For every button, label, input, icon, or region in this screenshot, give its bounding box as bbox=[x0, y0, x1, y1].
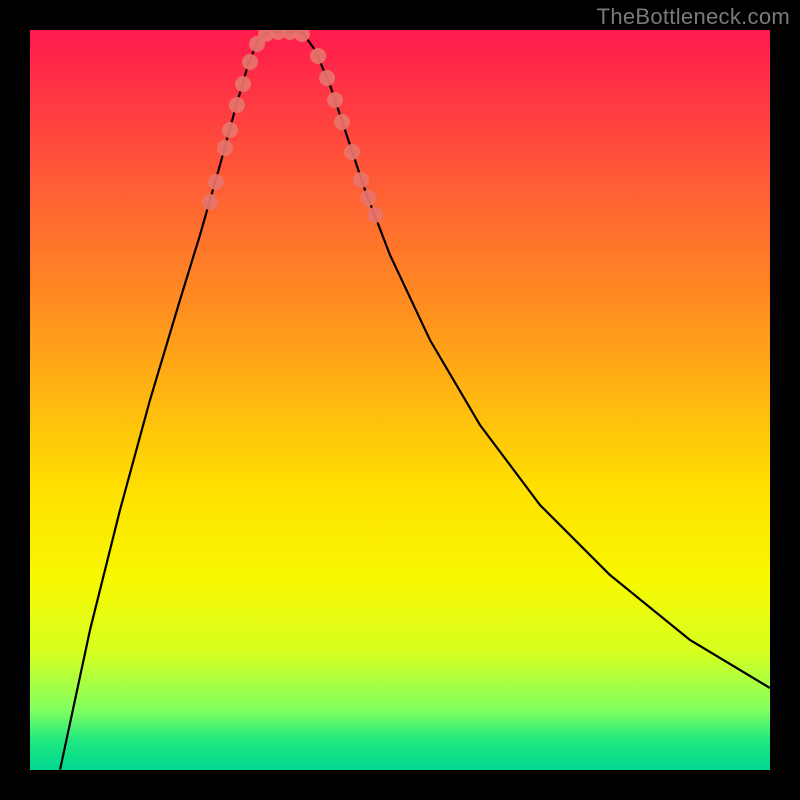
dot-left-dots bbox=[242, 54, 258, 70]
dot-right-dots bbox=[353, 172, 369, 188]
dot-right-dots bbox=[360, 190, 376, 206]
series-left-curve bbox=[60, 32, 268, 770]
curve-group bbox=[60, 32, 770, 770]
dot-right-dots bbox=[327, 92, 343, 108]
chart-svg bbox=[30, 30, 770, 770]
dot-left-dots bbox=[217, 140, 233, 156]
series-right-curve bbox=[302, 32, 770, 688]
dot-left-dots bbox=[235, 76, 251, 92]
watermark-text: TheBottleneck.com bbox=[597, 4, 790, 30]
dot-left-dots bbox=[208, 174, 224, 190]
dot-right-dots bbox=[344, 144, 360, 160]
scatter-group bbox=[202, 30, 383, 223]
dot-right-dots bbox=[319, 70, 335, 86]
chart-frame: TheBottleneck.com bbox=[0, 0, 800, 800]
dot-left-dots bbox=[202, 194, 218, 210]
dot-right-dots bbox=[334, 114, 350, 130]
dot-right-dots bbox=[310, 48, 326, 64]
dot-left-dots bbox=[229, 97, 245, 113]
dot-right-dots bbox=[367, 207, 383, 223]
dot-left-dots bbox=[222, 122, 238, 138]
plot-area bbox=[30, 30, 770, 770]
